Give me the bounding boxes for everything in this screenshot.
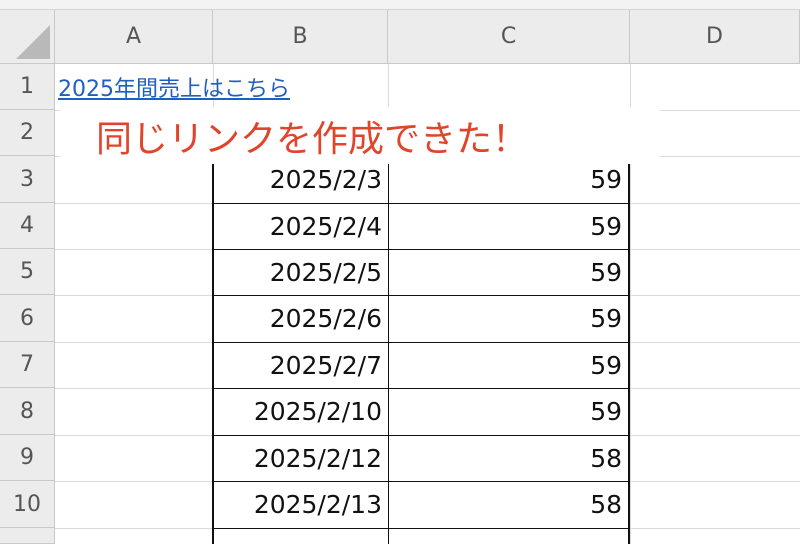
row-header-3[interactable]: 3 bbox=[0, 156, 55, 203]
row-header-6[interactable]: 6 bbox=[0, 295, 55, 342]
column-header-d[interactable]: D bbox=[630, 10, 800, 64]
row-header-5[interactable]: 5 bbox=[0, 249, 55, 295]
cell-b8[interactable]: 2025/2/10 bbox=[214, 388, 388, 435]
cell-b9[interactable]: 2025/2/12 bbox=[214, 435, 388, 481]
a1-hyperlink[interactable]: 2025年間売上はこちら bbox=[58, 68, 290, 106]
cell-b5[interactable]: 2025/2/5 bbox=[214, 249, 388, 295]
select-all-triangle-icon bbox=[16, 25, 50, 59]
table-border-row bbox=[212, 528, 630, 529]
table-border-right bbox=[628, 156, 630, 544]
cell-c6[interactable]: 59 bbox=[389, 295, 628, 342]
row-header-2[interactable]: 2 bbox=[0, 110, 55, 156]
cell-c9[interactable]: 58 bbox=[389, 435, 628, 481]
cell-c5[interactable]: 59 bbox=[389, 249, 628, 295]
column-header-a[interactable]: A bbox=[55, 10, 213, 64]
cell-b10[interactable]: 2025/2/13 bbox=[214, 481, 388, 528]
formula-bar-strip bbox=[0, 0, 800, 10]
row-header-11-partial[interactable] bbox=[0, 528, 55, 544]
cell-c8[interactable]: 59 bbox=[389, 388, 628, 435]
cell-b6[interactable]: 2025/2/6 bbox=[214, 295, 388, 342]
cell-b7[interactable]: 2025/2/7 bbox=[214, 342, 388, 388]
cell-c10[interactable]: 58 bbox=[389, 481, 628, 528]
cell-b4[interactable]: 2025/2/4 bbox=[214, 203, 388, 249]
select-all-corner[interactable] bbox=[0, 10, 55, 64]
cell-c7[interactable]: 59 bbox=[389, 342, 628, 388]
annotation-banner: 同じリンクを作成できた！ bbox=[60, 107, 660, 164]
row-header-4[interactable]: 4 bbox=[0, 203, 55, 249]
row-header-8[interactable]: 8 bbox=[0, 388, 55, 435]
row-header-1[interactable]: 1 bbox=[0, 64, 55, 110]
column-header-c[interactable]: C bbox=[388, 10, 630, 64]
column-header-b[interactable]: B bbox=[213, 10, 388, 64]
row-header-7[interactable]: 7 bbox=[0, 342, 55, 388]
row-header-9[interactable]: 9 bbox=[0, 435, 55, 481]
row-header-10[interactable]: 10 bbox=[0, 481, 55, 528]
cell-c4[interactable]: 59 bbox=[389, 203, 628, 249]
